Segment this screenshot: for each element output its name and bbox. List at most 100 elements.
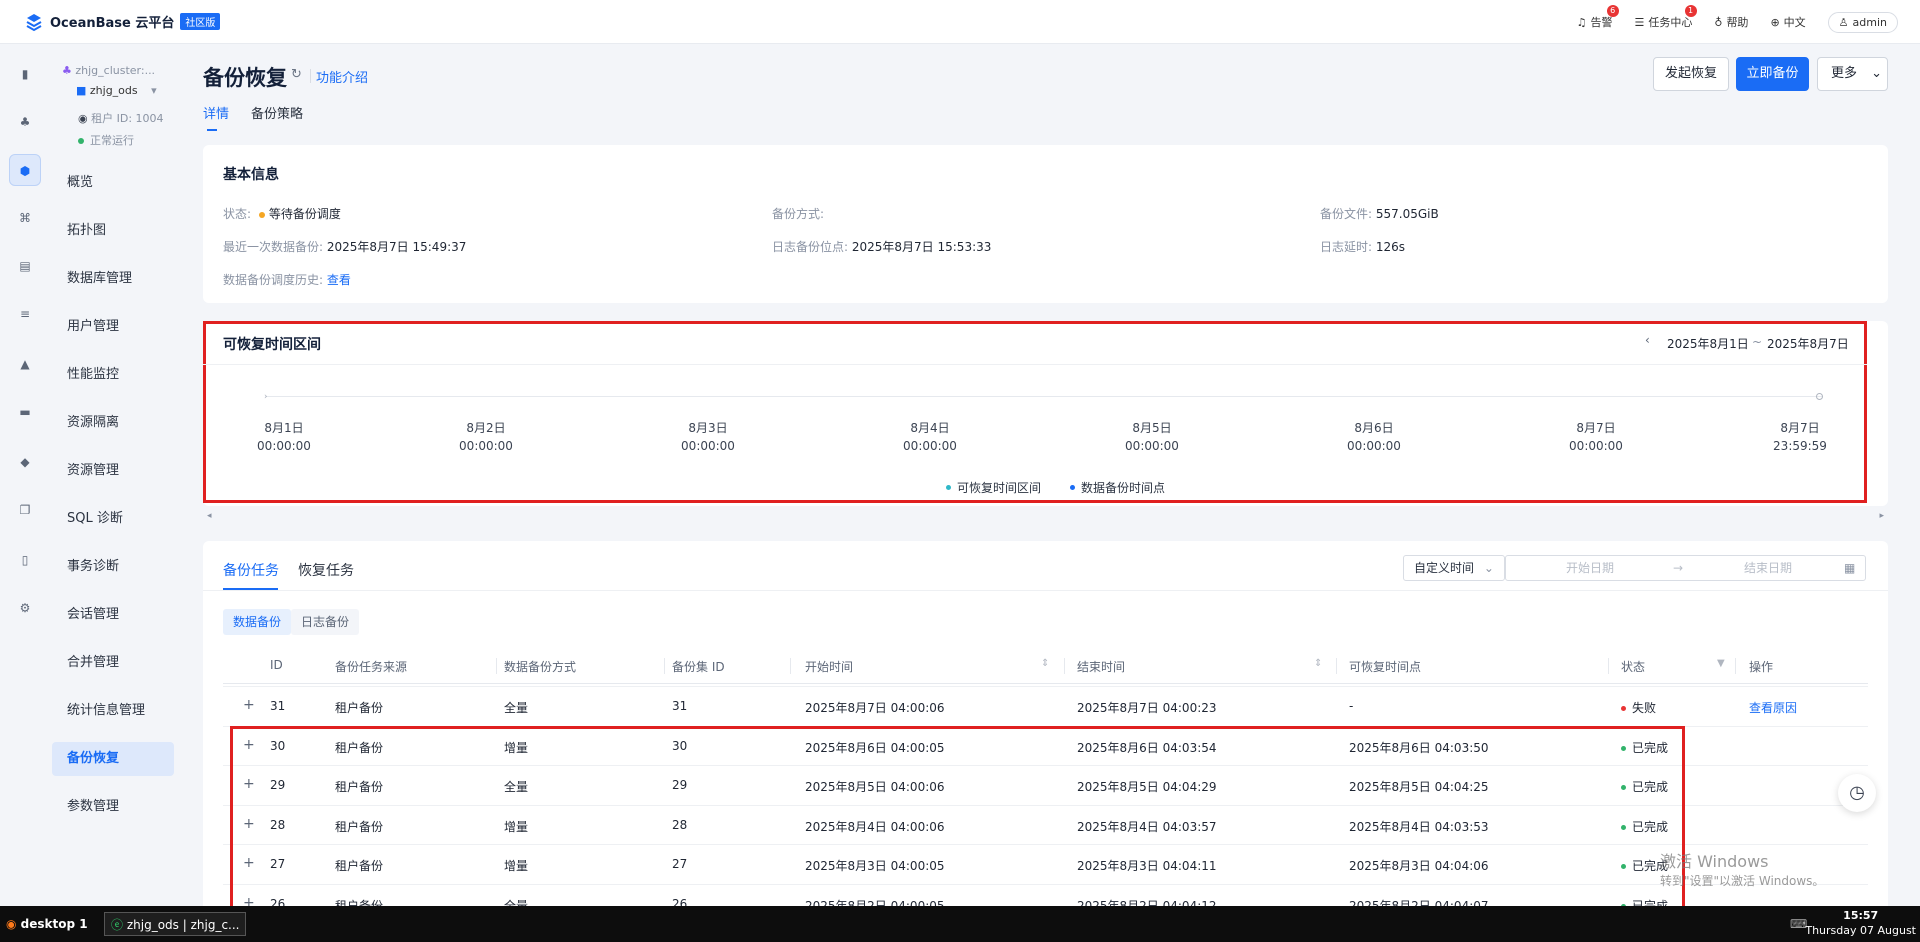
more-button[interactable]: 更多 ⌄ [1817,57,1888,91]
legend-backup-points[interactable]: 数据备份时间点 [1070,479,1165,496]
cluster-icon[interactable]: ♣ [15,112,35,132]
tenant-icon[interactable]: ⬢ [9,154,41,186]
settings-sliders-icon[interactable]: ⚙ [15,598,35,618]
alerts-badge: 6 [1606,5,1619,17]
nav-item-0[interactable]: 概览 [52,166,174,200]
task-center-menu[interactable]: ☰ 任务中心 1 [1635,5,1697,30]
column-separator [1336,658,1337,674]
document-icon[interactable]: ▯ [15,550,35,570]
scroll-left-icon[interactable]: ◂ [207,511,212,521]
desktop-switcher[interactable]: ◉ desktop 1 [6,912,88,936]
scroll-right-icon[interactable]: ▸ [1879,511,1884,521]
divider [223,683,1868,684]
tab-restore-tasks[interactable]: 恢复任务 [298,560,354,580]
help-menu[interactable]: ♁ 帮助 [1714,14,1748,30]
chevron-left-icon[interactable]: ‹ [1645,333,1650,347]
topology-icon[interactable]: ⌘ [15,208,35,228]
date-range-picker[interactable]: 开始日期 → 结束日期 ▦ [1505,555,1866,581]
chevron-down-icon: ⌄ [1871,66,1883,81]
nav-item-13[interactable]: 参数管理 [52,790,174,824]
nav-item-1[interactable]: 拓扑图 [52,214,174,248]
backup-file-value: 557.05GiB [1375,207,1439,221]
cell-end: 2025年8月7日 04:00:23 [1077,701,1217,715]
nav-item-6[interactable]: 资源管理 [52,454,174,488]
refresh-icon[interactable]: ↻ [291,68,305,82]
highlight-box [230,726,1685,911]
nav-item-10[interactable]: 合并管理 [52,646,174,680]
logo[interactable]: OceanBase 云平台 社区版 [24,12,221,32]
log-delay-value: 126s [1375,240,1406,254]
backup-history-label: 数据备份调度历史: [223,273,324,287]
tab-backup-policy[interactable]: 备份策略 [251,103,303,131]
menu-icon[interactable]: ≡ [15,304,35,324]
nav-item-2[interactable]: 数据库管理 [52,262,174,296]
tick-time: 00:00:00 [681,439,735,453]
globe-icon: ⊕ [1770,15,1780,29]
nav-item-4[interactable]: 性能监控 [52,358,174,392]
system-clock[interactable]: 15:57 Thursday 07 August [1805,908,1916,938]
help-label: 帮助 [1726,16,1749,29]
nav-item-5[interactable]: 资源隔离 [52,406,174,440]
backup-icon[interactable]: ▤ [15,256,35,276]
start-restore-button[interactable]: 发起恢复 [1653,57,1729,91]
legend-label: 可恢复时间区间 [957,481,1042,495]
sort-icon[interactable]: ⇕ [1314,658,1322,669]
legend-recoverable-range[interactable]: 可恢复时间区间 [946,479,1041,496]
col-start-time: 开始时间 [805,660,854,674]
tick-time: 00:00:00 [459,439,513,453]
tenant-selector[interactable]: ■ zhjg_ods ▾ [76,84,157,97]
view-history-link[interactable]: 查看 [327,273,351,287]
language-menu[interactable]: ⊕ 中文 [1770,14,1805,30]
column-separator [790,658,791,674]
backup-now-button[interactable]: 立即备份 [1736,57,1809,91]
shield-icon[interactable]: ◆ [15,452,35,472]
col-set-id: 备份集 ID [672,660,725,674]
clock-icon[interactable]: ◷ [1838,774,1876,812]
timeline-tick: 8月4日 00:00:00 [890,419,970,455]
nav-item-7[interactable]: SQL 诊断 [52,502,174,536]
view-reason-link[interactable]: 查看原因 [1749,699,1797,716]
start-date-input[interactable]: 开始日期 [1566,556,1614,580]
nav-item-9[interactable]: 会话管理 [52,598,174,632]
feature-intro-link[interactable]: 功能介绍 [316,67,368,86]
cluster-icon: ♣ [62,64,76,77]
nav-item-3[interactable]: 用户管理 [52,310,174,344]
sort-icon[interactable]: ⇕ [1041,658,1049,669]
taskbar-window-button[interactable]: ⓔ zhjg_ods | zhjg_c... [104,912,247,936]
report-icon[interactable]: ▬ [15,402,35,422]
log-delay-field: 日志延时: 126s [1320,238,1405,255]
nav-item-11[interactable]: 统计信息管理 [52,694,174,728]
status-label: 状态: [223,207,252,221]
user-menu[interactable]: ♙ admin [1827,11,1898,33]
time-range-select[interactable]: 自定义时间 ⌄ [1403,555,1505,581]
filter-icon[interactable]: ▼ [1717,658,1725,669]
range-end-date[interactable]: 2025年8月7日 [1767,335,1849,352]
nav-item-12[interactable]: 备份恢复 [52,742,174,776]
column-separator [1735,658,1736,674]
top-bar: OceanBase 云平台 社区版 ♫ 告警 6 ☰ 任务中心 1 ♁ 帮助 ⊕… [0,0,1920,44]
basic-info-title: 基本信息 [223,167,279,183]
log-backup-point-field: 日志备份位点: 2025年8月7日 15:53:33 [772,238,991,255]
segment-log-backup[interactable]: 日志备份 [291,609,360,635]
range-start-date[interactable]: 2025年8月1日 [1667,335,1749,352]
end-date-input[interactable]: 结束日期 [1744,556,1792,580]
horizontal-scrollbar[interactable]: ◂ ▸ [203,511,1888,525]
table-row[interactable]: +31 租户备份 全量 31 2025年8月7日 04:00:06 2025年8月7日 0… [223,686,1868,725]
expand-row-icon[interactable]: + [243,697,255,713]
timeline-tick: 8月5日 00:00:00 [1112,419,1192,455]
alarm-icon[interactable]: ▲ [15,354,35,374]
tick-date: 8月4日 [910,421,950,435]
segment-data-backup[interactable]: 数据备份 [223,609,292,635]
chart-icon[interactable]: ▮ [15,64,35,84]
nav-item-8[interactable]: 事务诊断 [52,550,174,584]
page-title: 备份恢复 [203,66,287,90]
cluster-selector[interactable]: ♣ zhjg_cluster:... [62,64,155,77]
tab-details[interactable]: 详情 [203,103,229,131]
alerts-menu[interactable]: ♫ 告警 6 [1577,5,1619,30]
divider [310,69,311,83]
tab-backup-tasks[interactable]: 备份任务 [223,560,279,580]
col-id: ID [270,658,283,672]
timeline-tick: 8月7日 23:59:59 [1760,419,1840,455]
copy-icon[interactable]: ❐ [15,500,35,520]
basic-info-card [203,145,1888,303]
